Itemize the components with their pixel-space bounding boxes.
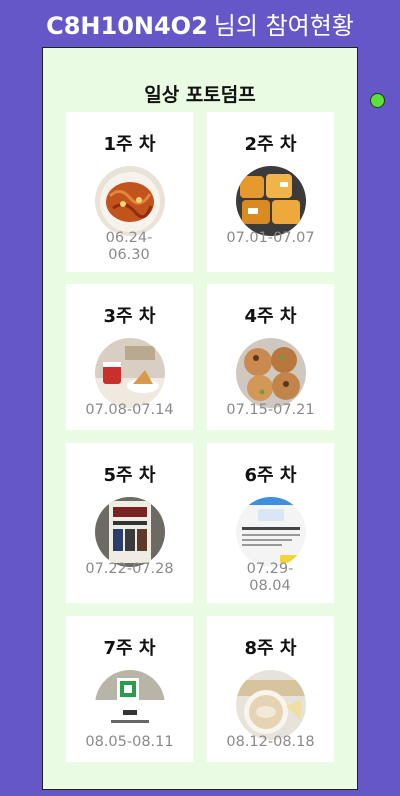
bread-bags-icon[interactable] [236, 166, 306, 236]
status-dot-icon [370, 93, 385, 108]
week-label: 2주 차 [244, 134, 297, 155]
page-header: C8H10N4O2 님의 참여현황 [0, 6, 400, 41]
week-dates: 07.29-08.04 [246, 561, 294, 594]
week-card-6[interactable]: 6주 차 07.29-08.04 [207, 443, 334, 603]
header-suffix: 님의 참여현황 [213, 12, 354, 40]
screenshot-icon[interactable] [236, 497, 306, 567]
week-dates: 07.15-07.21 [226, 402, 315, 418]
week-label: 5주 차 [103, 465, 156, 486]
week-card-2[interactable]: 2주 차 07.01-07.07 [207, 112, 334, 272]
week-card-8[interactable]: 8주 차 08.12-08.18 [207, 616, 334, 762]
cookies-icon[interactable] [236, 338, 306, 408]
week-card-5[interactable]: 5주 차 07.22-07.28 [66, 443, 193, 603]
week-dates: 07.01-07.07 [226, 230, 315, 246]
week-label: 1주 차 [103, 134, 156, 155]
poster-icon[interactable] [95, 497, 165, 567]
week-card-1[interactable]: 1주 차 06.24-06.30 [66, 112, 193, 272]
week-label: 6주 차 [244, 465, 297, 486]
food-plate-icon[interactable] [95, 166, 165, 236]
week-label: 4주 차 [244, 306, 297, 327]
qr-screen-icon[interactable] [95, 670, 165, 740]
week-card-3[interactable]: 3주 차 07.08-07.14 [66, 284, 193, 430]
cafe-table-icon[interactable] [95, 338, 165, 408]
week-card-7[interactable]: 7주 차 08.05-08.11 [66, 616, 193, 762]
week-dates: 07.08-07.14 [85, 402, 174, 418]
panel-title: 일상 포토덤프 [144, 84, 256, 106]
week-dates: 06.24-06.30 [105, 230, 153, 263]
week-label: 3주 차 [103, 306, 156, 327]
week-dates: 08.12-08.18 [226, 734, 315, 750]
nickname: C8H10N4O2 [46, 12, 208, 40]
week-label: 8주 차 [244, 638, 297, 659]
week-label: 7주 차 [103, 638, 156, 659]
week-card-4[interactable]: 4주 차 07.15-07.21 [207, 284, 334, 430]
participation-panel: 일상 포토덤프 1주 차 06.24-06.30 2주 차 07.01-07.0… [42, 47, 358, 790]
week-dates: 08.05-08.11 [85, 734, 174, 750]
coffee-cup-icon[interactable] [236, 670, 306, 740]
week-dates: 07.22-07.28 [85, 561, 174, 577]
